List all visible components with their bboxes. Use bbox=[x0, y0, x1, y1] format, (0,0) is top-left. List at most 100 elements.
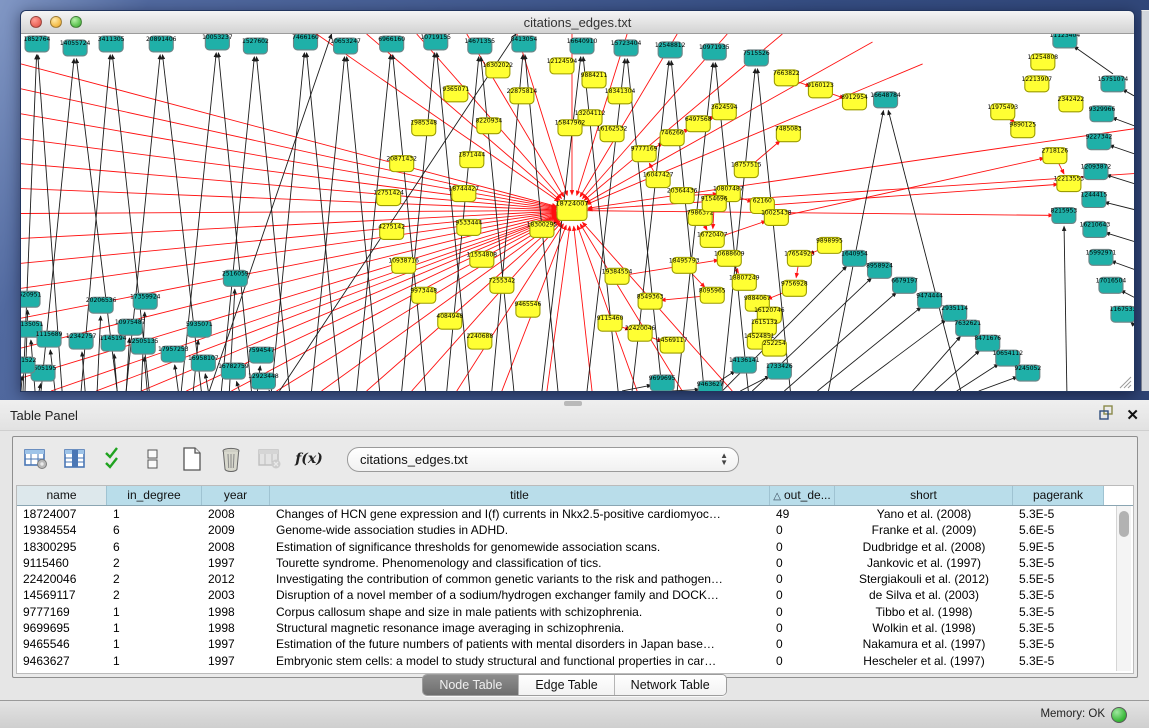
red-edge[interactable] bbox=[574, 226, 592, 391]
black-edge[interactable] bbox=[205, 374, 208, 391]
table-mode-icon[interactable] bbox=[23, 446, 49, 472]
new-column-icon[interactable] bbox=[179, 446, 205, 472]
black-edge[interactable] bbox=[935, 350, 980, 391]
black-edge[interactable] bbox=[817, 307, 921, 391]
black-edge[interactable] bbox=[1105, 202, 1134, 209]
black-edge[interactable] bbox=[1106, 175, 1134, 184]
black-edge[interactable] bbox=[1074, 46, 1113, 74]
black-edge[interactable] bbox=[672, 390, 699, 391]
table-selector-dropdown[interactable]: citations_edges.txt ▲▼ bbox=[347, 447, 739, 472]
memory-status-icon[interactable] bbox=[1111, 707, 1127, 723]
red-edge[interactable] bbox=[580, 224, 682, 391]
table-cell: 6 bbox=[107, 522, 202, 538]
table-row[interactable]: 1830029562008Estimation of significance … bbox=[17, 539, 1133, 555]
black-edge[interactable] bbox=[888, 110, 960, 391]
graph-node-label: 2935114 bbox=[941, 305, 968, 312]
black-edge[interactable] bbox=[347, 57, 380, 391]
graph-node-label: 9227342 bbox=[1086, 134, 1113, 141]
red-edge[interactable] bbox=[457, 224, 564, 391]
black-edge[interactable] bbox=[979, 377, 1018, 391]
red-edge[interactable] bbox=[776, 158, 1044, 217]
column-header-year[interactable]: year bbox=[202, 486, 270, 505]
graph-node-label: 9329966 bbox=[1089, 106, 1116, 113]
graph-node-label: 9699695 bbox=[649, 375, 676, 382]
black-edge[interactable] bbox=[957, 364, 999, 391]
table-row[interactable]: 946362711997Embryonic stem cells: a mode… bbox=[17, 653, 1133, 669]
black-edge[interactable] bbox=[23, 55, 37, 391]
table-cell: 0 bbox=[770, 636, 835, 652]
black-edge[interactable] bbox=[850, 320, 945, 391]
table-row[interactable]: 911546021997Tourette syndrome. Phenomeno… bbox=[17, 555, 1133, 571]
graph-node-label: 10053237 bbox=[202, 34, 233, 41]
tab-node-table[interactable]: Node Table bbox=[423, 675, 519, 695]
graph-node-label: 12751424 bbox=[373, 190, 404, 197]
table-cell: 0 bbox=[770, 522, 835, 538]
table-cell: Embryonic stem cells: a model to study s… bbox=[270, 653, 770, 669]
table-row[interactable]: 946554611997Estimation of the future num… bbox=[17, 636, 1133, 652]
column-header-pagerank[interactable]: pagerank bbox=[1013, 486, 1104, 505]
merge-rows-icon[interactable] bbox=[140, 446, 166, 472]
splitter-handle[interactable] bbox=[564, 401, 582, 406]
red-edge[interactable] bbox=[231, 218, 557, 391]
delete-table-icon bbox=[257, 446, 283, 472]
black-edge[interactable] bbox=[307, 53, 340, 391]
function-builder-icon[interactable]: f(x) bbox=[296, 446, 322, 472]
float-panel-icon[interactable] bbox=[1099, 405, 1114, 425]
column-header-short[interactable]: short bbox=[835, 486, 1013, 505]
table-row[interactable]: 977716911998Corpus callosum shape and si… bbox=[17, 604, 1133, 620]
black-edge[interactable] bbox=[312, 57, 345, 391]
red-edge[interactable] bbox=[572, 211, 1053, 216]
graph-node-label: 14671355 bbox=[465, 38, 496, 45]
black-edge[interactable] bbox=[163, 55, 202, 391]
network-window-titlebar[interactable]: citations_edges.txt bbox=[21, 11, 1134, 34]
table-row[interactable]: 2242004622012Investigating the contribut… bbox=[17, 571, 1133, 587]
black-edge[interactable] bbox=[492, 55, 523, 391]
close-panel-icon[interactable]: ✕ bbox=[1126, 406, 1139, 424]
table-panel-titlebar: Table Panel ✕ bbox=[0, 400, 1149, 431]
row-selection-icon[interactable] bbox=[101, 446, 127, 472]
black-edge[interactable] bbox=[218, 53, 251, 391]
black-edge[interactable] bbox=[583, 57, 618, 391]
vertical-scrollbar[interactable] bbox=[1116, 506, 1131, 671]
black-edge[interactable] bbox=[402, 53, 435, 391]
graph-node-label: 10719155 bbox=[420, 34, 451, 41]
black-edge[interactable] bbox=[1105, 233, 1134, 242]
black-edge[interactable] bbox=[237, 382, 240, 391]
table-row[interactable]: 1938455462009Genome-wide association stu… bbox=[17, 522, 1133, 538]
graph-node-label: 10975487 bbox=[115, 319, 146, 326]
table-cell: 1997 bbox=[202, 636, 270, 652]
column-header-title[interactable]: title bbox=[270, 486, 770, 505]
graph-node-label: 16640910 bbox=[567, 38, 598, 45]
black-edge[interactable] bbox=[1064, 226, 1067, 391]
black-edge[interactable] bbox=[271, 53, 304, 391]
network-canvas[interactable]: 1852764140557243411305208914061005323715… bbox=[21, 34, 1134, 391]
resize-grip-icon[interactable] bbox=[1120, 377, 1131, 388]
column-visibility-icon[interactable] bbox=[62, 446, 88, 472]
red-edge[interactable] bbox=[51, 216, 557, 391]
red-edge[interactable] bbox=[586, 42, 873, 203]
column-header-name[interactable]: name bbox=[17, 486, 107, 505]
red-edge[interactable] bbox=[417, 34, 562, 199]
memory-status-label: Memory: OK bbox=[1040, 708, 1105, 720]
tab-edge-table[interactable]: Edge Table bbox=[519, 675, 614, 695]
table-row[interactable]: 1456911722003Disruption of a novel membe… bbox=[17, 587, 1133, 603]
red-edge[interactable] bbox=[587, 64, 923, 204]
table-cell: 1998 bbox=[202, 604, 270, 620]
black-edge[interactable] bbox=[1111, 261, 1134, 269]
table-row[interactable]: 969969511998Structural magnetic resonanc… bbox=[17, 620, 1133, 636]
graph-node-label: 10653247 bbox=[330, 38, 361, 45]
black-edge[interactable] bbox=[1112, 118, 1134, 126]
tab-network-table[interactable]: Network Table bbox=[615, 675, 726, 695]
delete-column-icon[interactable] bbox=[218, 446, 244, 472]
black-edge[interactable] bbox=[39, 384, 41, 391]
graph-node-label: 11554808 bbox=[467, 251, 498, 258]
black-edge[interactable] bbox=[1109, 145, 1134, 153]
column-header-in_degree[interactable]: in_degree bbox=[107, 486, 202, 505]
table-row[interactable]: 1872400712008Changes of HCN gene express… bbox=[17, 506, 1133, 522]
graph-node-label: 8471676 bbox=[974, 335, 1001, 342]
black-edge[interactable] bbox=[175, 365, 179, 391]
graph-node-label: 9884067 bbox=[744, 295, 771, 302]
scrollbar-thumb[interactable] bbox=[1119, 511, 1129, 537]
table-cell: 9777169 bbox=[17, 604, 107, 620]
column-header-out_de[interactable]: △out_de... bbox=[770, 486, 835, 505]
